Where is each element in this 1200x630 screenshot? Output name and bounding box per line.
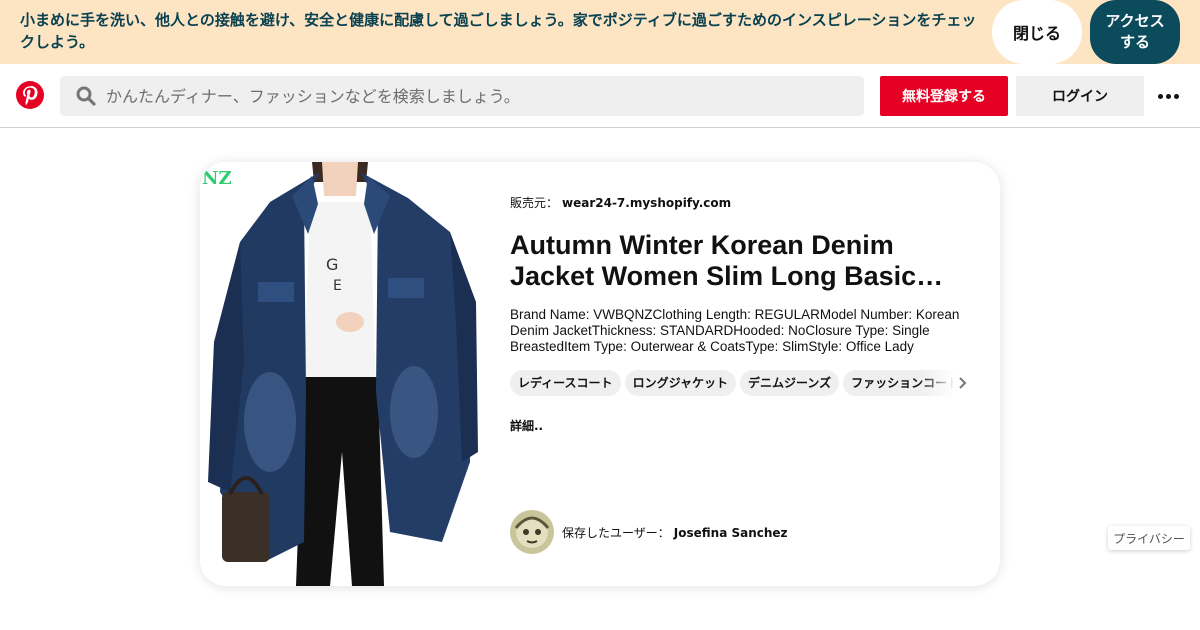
saved-by-user[interactable]: Josefina Sanchez [674,526,788,540]
svg-text:G: G [326,255,338,274]
image-watermark: NZ [202,168,232,189]
search-input[interactable] [106,76,846,116]
privacy-button[interactable]: プライバシー [1108,526,1190,550]
source-prefix: 販売元： [510,196,559,210]
pinterest-logo-icon[interactable] [16,81,44,109]
banner-access-label: アクセスする [1105,12,1165,51]
user-avatar[interactable] [510,510,554,554]
more-options-icon[interactable] [1154,86,1182,106]
notice-banner: 小まめに手を洗い、他人との接触を避け、安全と健康に配慮して過ごしましょう。家でポ… [0,0,1200,64]
tag-chip[interactable]: デニムジーンズ [739,370,840,396]
denim-jacket-image: G E [200,162,480,586]
banner-close-button[interactable]: 閉じる [992,0,1082,64]
more-details-link[interactable]: 詳細.. [510,417,543,434]
svg-text:E: E [333,278,342,294]
search-bar[interactable] [60,76,864,116]
tag-chip[interactable]: ロングジャケット [624,370,736,396]
saved-by-prefix: 保存したユーザー： [562,526,670,540]
pin-image[interactable]: G E NZ [200,162,480,586]
tag-list: レディースコート ロングジャケット デニムジーンズ ファッションコート [510,370,970,396]
login-button[interactable]: ログイン [1016,76,1144,116]
pin-card: G E NZ 販売元： wear24-7.myshopify.com Autum… [200,162,1000,586]
search-icon [76,86,96,106]
tag-chip[interactable]: レディースコート [510,370,621,396]
banner-access-button[interactable]: アクセスする [1090,0,1180,64]
signup-button[interactable]: 無料登録する [880,76,1008,116]
banner-message: 小まめに手を洗い、他人との接触を避け、安全と健康に配慮して過ごしましょう。家でポ… [20,11,977,51]
pin-source: 販売元： wear24-7.myshopify.com [510,194,731,211]
saved-by: 保存したユーザー： Josefina Sanchez [562,524,788,541]
pin-title[interactable]: Autumn Winter Korean Denim Jacket Women … [510,230,970,292]
top-nav: 無料登録する ログイン [0,64,1200,128]
chevron-right-icon[interactable] [956,374,970,392]
pin-description: Brand Name: VWBQNZClothing Length: REGUL… [510,307,960,354]
source-link[interactable]: wear24-7.myshopify.com [562,196,731,210]
